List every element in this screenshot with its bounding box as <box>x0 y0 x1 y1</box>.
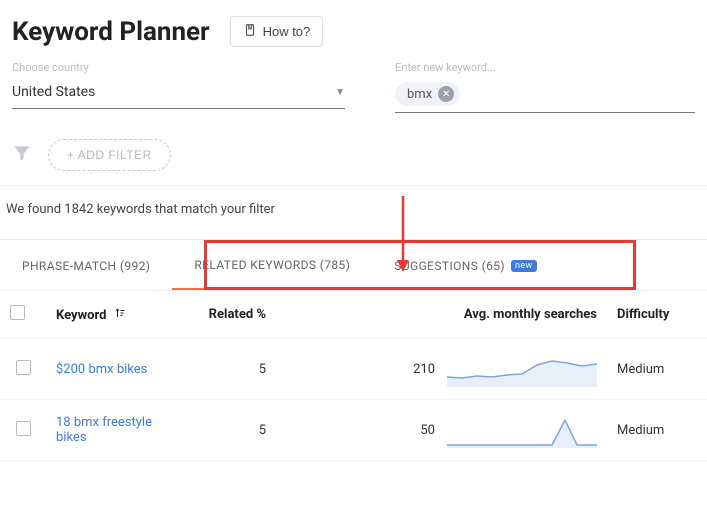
tab-related-keywords[interactable]: RELATED KEYWORDS (785) <box>172 240 372 290</box>
column-searches[interactable]: Avg. monthly searches <box>276 291 607 339</box>
searches-value: 50 <box>420 423 435 438</box>
keyword-link[interactable]: $200 bmx bikes <box>56 362 147 377</box>
country-select[interactable]: United States ▼ <box>12 80 345 109</box>
sparkline-chart <box>447 351 597 387</box>
difficulty-value: Medium <box>607 400 707 461</box>
searches-value: 210 <box>413 362 435 377</box>
related-value: 5 <box>166 400 276 461</box>
tab-label: PHRASE-MATCH (992) <box>22 259 150 273</box>
keyword-link[interactable]: 18 bmx freestyle bikes <box>56 415 152 445</box>
keyword-chip: bmx ✕ <box>395 82 460 106</box>
row-checkbox[interactable] <box>16 421 31 436</box>
country-label: Choose country <box>12 61 345 74</box>
remove-chip-icon[interactable]: ✕ <box>438 86 454 102</box>
column-label: Keyword <box>56 308 106 323</box>
tab-label: SUGGESTIONS (65) <box>394 259 505 273</box>
howto-button[interactable]: How to? <box>230 16 324 47</box>
select-all-checkbox[interactable] <box>10 305 25 320</box>
table-row: 18 bmx freestyle bikes 5 50 Medium <box>0 400 707 461</box>
new-badge: new <box>511 260 537 272</box>
column-difficulty[interactable]: Difficulty <box>607 291 707 339</box>
sort-icon <box>114 307 126 319</box>
column-keyword[interactable]: Keyword <box>46 291 166 339</box>
add-filter-button[interactable]: + ADD FILTER <box>48 139 171 171</box>
related-value: 5 <box>166 339 276 400</box>
tab-phrase-match[interactable]: PHRASE-MATCH (992) <box>0 240 172 290</box>
difficulty-value: Medium <box>607 339 707 400</box>
sparkline-chart <box>447 412 597 448</box>
keyword-input[interactable]: bmx ✕ <box>395 80 695 113</box>
column-label: Related % <box>209 307 266 322</box>
column-label: Avg. monthly searches <box>464 307 597 322</box>
row-checkbox[interactable] <box>16 360 31 375</box>
chevron-down-icon: ▼ <box>335 87 345 98</box>
column-related[interactable]: Related % <box>166 291 276 339</box>
bookmark-icon <box>243 23 257 40</box>
tab-suggestions[interactable]: SUGGESTIONS (65) new <box>372 240 558 290</box>
tab-label: RELATED KEYWORDS (785) <box>194 258 350 272</box>
funnel-icon <box>12 143 32 167</box>
result-count-text: We found 1842 keywords that match your f… <box>0 186 707 240</box>
page-title: Keyword Planner <box>12 17 210 47</box>
table-row: $200 bmx bikes 5 210 Medium <box>0 339 707 400</box>
country-value: United States <box>12 84 95 100</box>
keyword-chip-text: bmx <box>407 87 432 102</box>
keyword-input-label: Enter new keyword... <box>395 61 695 74</box>
howto-label: How to? <box>263 24 311 39</box>
column-label: Difficulty <box>617 307 669 322</box>
